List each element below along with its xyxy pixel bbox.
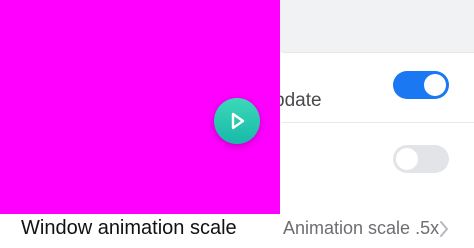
chevron-right-icon — [440, 221, 448, 237]
screen: pdate Window animation scale Animation s… — [0, 0, 474, 248]
window-animation-scale-title: Window animation scale — [21, 217, 237, 239]
play-button[interactable] — [214, 98, 260, 144]
video-overlay[interactable] — [0, 0, 280, 214]
settings-toggle-2[interactable] — [393, 145, 449, 173]
settings-row-label: pdate — [274, 90, 322, 111]
animation-scale-value: Animation scale .5x — [283, 218, 440, 238]
update-toggle[interactable] — [393, 71, 449, 99]
toggle-knob — [396, 148, 418, 170]
play-icon — [231, 112, 245, 130]
toggle-knob — [424, 74, 446, 96]
